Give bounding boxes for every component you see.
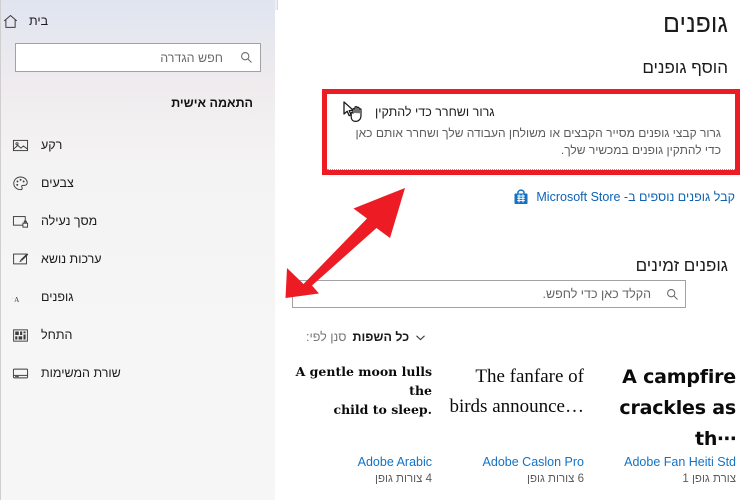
dropzone-description: גרור קבצי גופנים מסייר הקבצים או משולחן … (355, 126, 721, 157)
sidebar-item-label: ערכות נושא (41, 252, 102, 266)
page-title: גופנים (663, 10, 728, 38)
sidebar-item-fonts[interactable]: A A גופנים (1, 278, 275, 316)
settings-sidebar: בית התאמה אישית ר (0, 0, 275, 500)
picture-icon (11, 136, 30, 155)
font-preview-line: crackles as th⋯ (619, 397, 736, 450)
sidebar-item-start[interactable]: התחל (1, 316, 275, 354)
sidebar-home-label: בית (29, 14, 49, 28)
sidebar-item-label: מסך נעילה (41, 214, 98, 228)
scrollbar[interactable] (275, 0, 278, 10)
sidebar-item-colors[interactable]: צבעים (1, 164, 275, 202)
font-face-count: 4 צורות גופן (375, 473, 432, 485)
fonts-aa-icon: A A (11, 288, 30, 307)
font-search-input[interactable] (293, 281, 659, 307)
font-card[interactable]: A gentle moon lulls the child to sleep. … (286, 362, 438, 487)
font-card[interactable]: A campfire crackles as th⋯ Adobe Fan Hei… (590, 362, 742, 487)
settings-search-box[interactable] (15, 43, 261, 72)
sidebar-nav-list: רקע צבעים מסך נעילה ערכות נושא A גופנים … (1, 126, 275, 392)
dropzone-title: גרור ושחרר כדי להתקין (375, 105, 495, 119)
start-grid-icon (11, 326, 30, 345)
main-content-pane: גופנים הוסף גופנים גרור ושחרר כדי להתקין… (275, 0, 750, 500)
sidebar-item-label: שורת המשימות (41, 366, 121, 380)
search-icon (659, 288, 685, 301)
font-name-link[interactable]: Adobe Caslon Pro (444, 454, 584, 471)
sidebar-item-themes[interactable]: ערכות נושא (1, 240, 275, 278)
sidebar-item-taskbar[interactable]: שורת המשימות (1, 354, 275, 392)
font-preview-line: A gentle moon lulls the (295, 364, 432, 398)
available-fonts-heading: גופנים זמינים (635, 256, 728, 276)
filter-by-language-dropdown[interactable]: סנן לפי: כל השפות (306, 330, 426, 344)
font-card-list: A campfire crackles as th⋯ Adobe Fan Hei… (282, 362, 742, 487)
microsoft-store-bag-icon (513, 189, 529, 205)
sidebar-item-label: רקע (41, 138, 63, 152)
font-preview: A gentle moon lulls the child to sleep. (292, 362, 432, 454)
search-icon (232, 51, 260, 64)
sidebar-group-title: התאמה אישית (171, 96, 253, 110)
palette-icon (11, 174, 30, 193)
font-name-link[interactable]: Adobe Arabic (292, 454, 432, 471)
theme-brush-icon (11, 250, 30, 269)
font-face-count: צורת גופן 1 (682, 473, 736, 485)
svg-text:A: A (14, 296, 20, 304)
lock-screen-icon (11, 212, 30, 231)
font-preview-line: birds announce… (449, 396, 584, 417)
get-more-fonts-store-link[interactable]: קבל גופנים נוספים ב- Microsoft Store (513, 189, 735, 205)
taskbar-icon (11, 364, 30, 383)
chevron-down-icon (415, 332, 426, 343)
home-icon (1, 12, 19, 30)
font-dropzone[interactable]: גרור ושחרר כדי להתקין גרור קבצי גופנים מ… (327, 94, 735, 170)
sidebar-item-label: צבעים (41, 176, 74, 190)
font-face-count: 6 צורות גופן (527, 473, 584, 485)
svg-text:A: A (12, 291, 13, 301)
drag-cursor-icon (341, 100, 367, 124)
filter-row: סנן לפי: כל השפות (276, 330, 750, 344)
sidebar-item-lock-screen[interactable]: מסך נעילה (1, 202, 275, 240)
sidebar-item-background[interactable]: רקע (1, 126, 275, 164)
font-preview: The fanfare of birds announce… (444, 362, 584, 454)
font-preview: A campfire crackles as th⋯ (596, 362, 736, 454)
font-preview-line: A campfire (622, 366, 736, 388)
filter-label: סנן לפי: (306, 330, 347, 344)
settings-search-input[interactable] (16, 44, 232, 71)
sidebar-item-label: גופנים (41, 290, 74, 304)
add-fonts-heading: הוסף גופנים (642, 58, 728, 77)
font-card[interactable]: The fanfare of birds announce… Adobe Cas… (438, 362, 590, 487)
store-link-label: קבל גופנים נוספים ב- Microsoft Store (536, 190, 735, 204)
sidebar-item-label: התחל (41, 328, 73, 342)
filter-value: כל השפות (352, 330, 410, 344)
font-name-link[interactable]: Adobe Fan Heiti Std (596, 454, 736, 471)
sidebar-item-home[interactable]: בית (1, 12, 253, 30)
font-search-box[interactable] (292, 280, 686, 308)
settings-window: גופנים הוסף גופנים גרור ושחרר כדי להתקין… (0, 0, 750, 500)
font-preview-line: child to sleep. (333, 402, 432, 417)
font-preview-line: The fanfare of (475, 366, 584, 387)
